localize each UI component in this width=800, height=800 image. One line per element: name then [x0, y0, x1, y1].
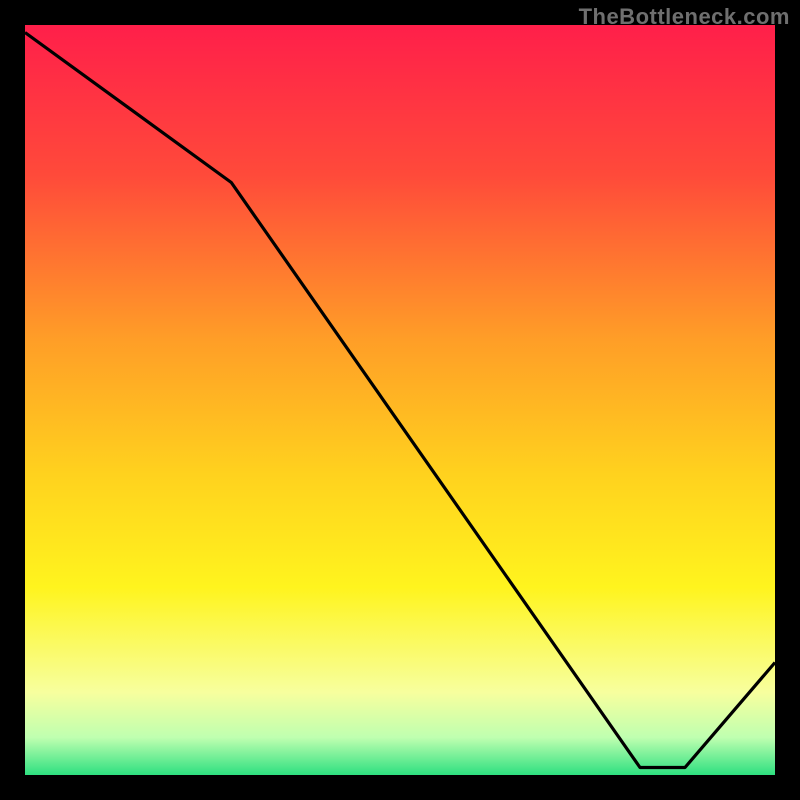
watermark-text: TheBottleneck.com	[579, 4, 790, 30]
plot-area	[25, 25, 775, 775]
chart-stage: TheBottleneck.com	[0, 0, 800, 800]
